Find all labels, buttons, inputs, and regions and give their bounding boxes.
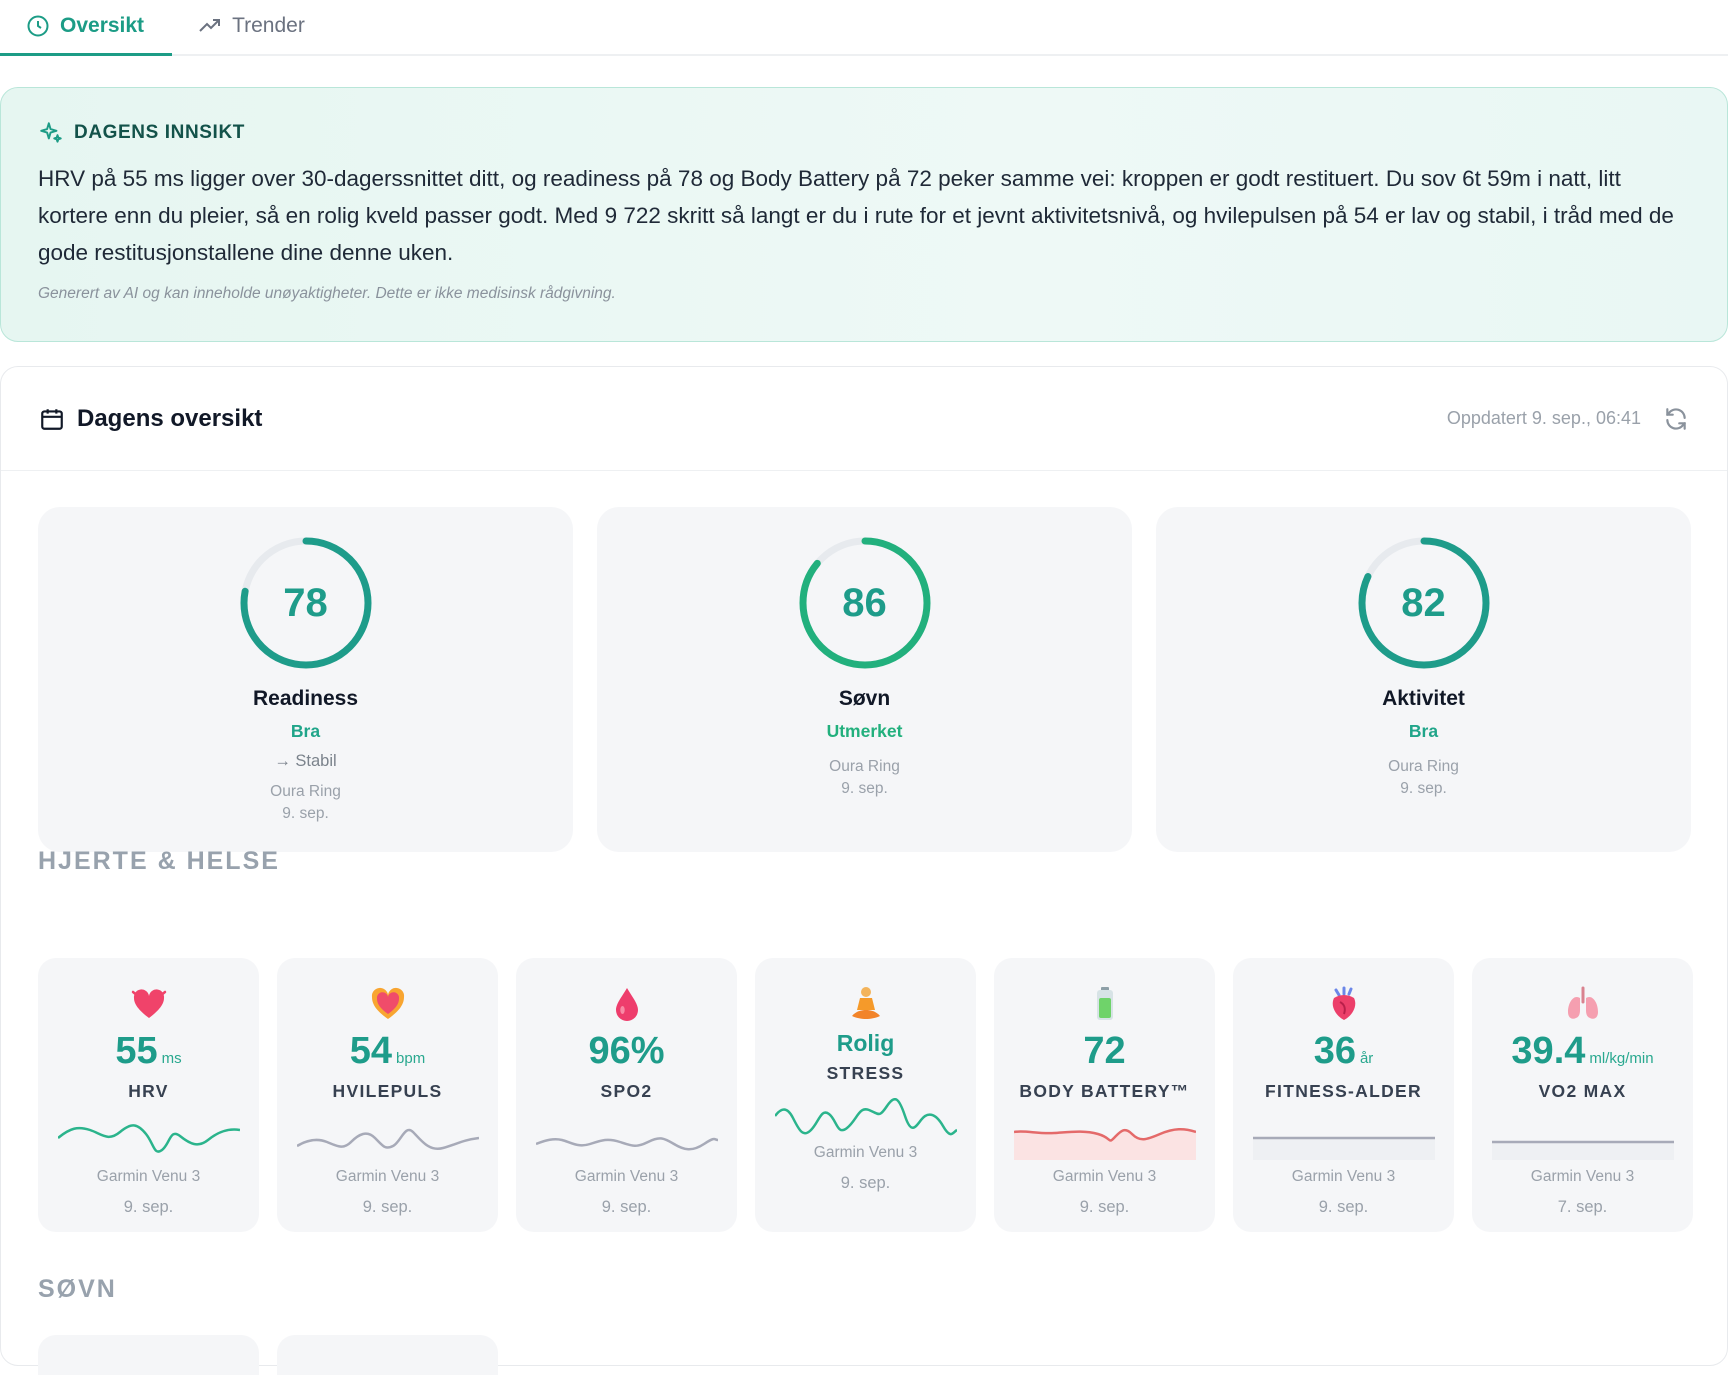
heart-ribbon-icon [131,989,166,1018]
score-trend: → Stabil [274,752,337,770]
metric-source: Garmin Venu 3 [1530,1168,1635,1185]
tab-oversikt[interactable]: Oversikt [0,0,173,56]
last-updated: Oppdatert 9. sep., 06:41 [1446,408,1641,428]
insight-text: HRV på 55 ms ligger over 30-dagerssnitte… [38,166,1674,265]
metric-name: BODY BATTERY™ [1019,1081,1190,1101]
meditation-icon [851,987,880,1019]
sleep-card[interactable] [277,1335,498,1375]
overview-header: Dagens oversikt Oppdatert 9. sep., 06:41 [1,367,1727,471]
metric-date: 9. sep. [1318,1198,1369,1216]
anatomical-heart-icon [1332,986,1355,1020]
metric-value: 54 [349,1030,393,1072]
heart-health-metrics: 55 ms HRV Garmin Venu 3 9. sep. 54 bpm HVI… [38,958,1693,1232]
metric-date: 9. sep. [362,1198,413,1216]
overview-title: Dagens oversikt [77,404,263,432]
metric-name: STRESS [826,1063,905,1083]
metric-card-fitness-age[interactable]: 36 år FITNESS-ALDER Garmin Venu 3 9. sep. [1233,958,1454,1232]
score-rating: Bra [290,721,321,741]
metric-source: Garmin Venu 3 [813,1144,918,1161]
insight-title: DAGENS INNSIKT [74,122,245,143]
metric-source: Garmin Venu 3 [574,1168,679,1185]
sparkline [1252,1136,1435,1160]
insight-disclaimer: Generert av AI og kan inneholde unøyakti… [38,285,616,302]
metric-value: 96% [588,1030,665,1072]
metric-date: 9. sep. [601,1198,652,1216]
metric-value: 55 [115,1030,158,1072]
metric-source: Garmin Venu 3 [1052,1168,1157,1185]
metric-value: 39.4 [1511,1030,1586,1072]
trending-up-icon [199,19,221,32]
score-source: Oura Ring 9. sep. [1388,758,1459,797]
sleep-cards [38,1335,498,1375]
clock-icon [27,15,49,37]
metric-card-spo2[interactable]: 96% SPO2 Garmin Venu 3 9. sep. [516,958,737,1232]
metric-source: Garmin Venu 3 [335,1168,440,1185]
score-ring: 78 [240,537,372,669]
score-label: Aktivitet [1382,687,1465,710]
daily-overview-panel: Dagens oversikt Oppdatert 9. sep., 06:41… [0,366,1728,1375]
metric-name: SPO2 [600,1081,653,1101]
lungs-icon [1567,986,1598,1019]
sparkline [57,1124,240,1153]
tab-trender[interactable]: Trender [172,0,333,54]
metric-card-hrv[interactable]: 55 ms HRV Garmin Venu 3 9. sep. [38,958,259,1232]
heart-glow-icon [371,987,404,1019]
metric-name: VO2 MAX [1538,1081,1627,1101]
refresh-icon[interactable] [1663,406,1689,432]
score-label: Søvn [838,687,891,710]
tab-bar: Oversikt Trender [0,0,1728,56]
battery-icon [1096,987,1113,1020]
sparkline [1013,1128,1196,1160]
sleep-card[interactable] [38,1335,259,1375]
score-value: 82 [1401,580,1446,625]
sparkline [1491,1140,1674,1160]
score-rating: Bra [1408,721,1439,741]
section-title-sleep: SØVN [38,1275,117,1303]
drop-icon [615,988,638,1021]
metric-unit: bpm [396,1050,426,1067]
metric-unit: ml/kg/min [1589,1050,1654,1067]
score-rating: Utmerket [826,721,903,741]
calendar-icon [41,408,63,430]
metric-name: HRV [128,1081,169,1101]
metric-card-vo2max[interactable]: 39.4 ml/kg/min VO2 MAX Garmin Venu 3 7. s… [1472,958,1693,1232]
metric-value: Rolig [836,1030,895,1056]
score-value: 86 [842,580,887,625]
metric-unit: ms [161,1050,182,1067]
tab-oversikt-label: Oversikt [60,14,145,37]
metric-name: HVILEPULS [332,1081,443,1101]
section-title-heart: HJERTE & HELSE [38,847,280,875]
metric-card-resting-hr[interactable]: 54 bpm HVILEPULS Garmin Venu 3 9. sep. [277,958,498,1232]
sparkle-icon [40,122,62,143]
metric-source: Garmin Venu 3 [1291,1168,1396,1185]
score-source: Oura Ring 9. sep. [829,758,900,797]
metric-card-stress[interactable]: Rolig STRESS Garmin Venu 3 9. sep. [755,958,976,1232]
metric-date: 9. sep. [123,1198,174,1216]
score-card-sleep[interactable]: 86 Søvn Utmerket Oura Ring 9. sep. [597,507,1132,852]
score-label: Readiness [252,687,359,710]
sparkline [535,1137,718,1151]
daily-insight-card: DAGENS INNSIKT HRV på 55 ms ligger over … [0,87,1728,342]
metric-source: Garmin Venu 3 [96,1168,201,1185]
score-ring: 82 [1358,537,1490,669]
metric-name: FITNESS-ALDER [1265,1081,1422,1101]
score-card-activity[interactable]: 82 Aktivitet Bra Oura Ring 9. sep. [1156,507,1691,852]
metric-value: 72 [1083,1030,1126,1072]
metric-date: 7. sep. [1557,1198,1608,1216]
score-ring: 86 [799,537,931,669]
score-value: 78 [283,580,328,625]
metric-value: 36 [1313,1030,1356,1072]
score-card-readiness[interactable]: 78 Readiness Bra → Stabil Oura Ring 9. se… [38,507,573,852]
sparkline [774,1098,957,1136]
tab-trender-label: Trender [232,14,305,37]
metric-unit: år [1359,1050,1374,1067]
score-cards: 78 Readiness Bra → Stabil Oura Ring 9. se… [38,507,1691,852]
sparkline [296,1128,479,1151]
metric-date: 9. sep. [1079,1198,1130,1216]
metric-date: 9. sep. [840,1174,891,1192]
score-source: Oura Ring 9. sep. [270,783,341,822]
metric-card-body-battery[interactable]: 72 BODY BATTERY™ Garmin Venu 3 9. sep. [994,958,1215,1232]
